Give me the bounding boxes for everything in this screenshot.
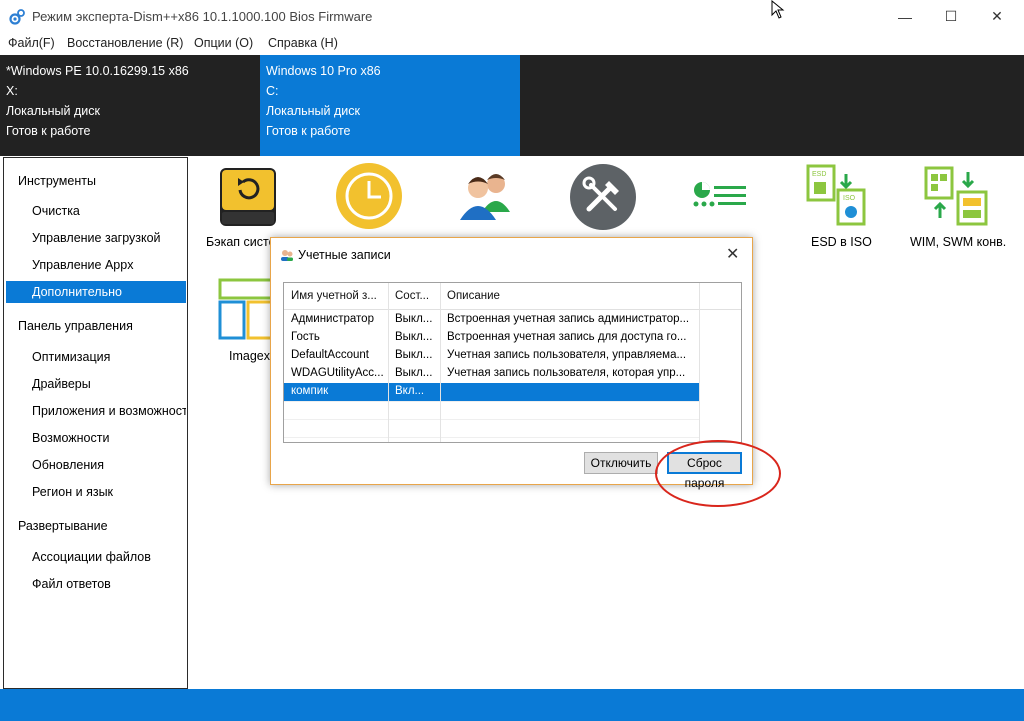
row-divider (284, 401, 700, 402)
cell-name: Администратор (291, 313, 374, 325)
image-win10[interactable]: Windows 10 Pro x86 C: Локальный диск Гот… (260, 55, 520, 156)
sidebar-item-features[interactable]: Возможности (6, 427, 186, 449)
status-bar (0, 689, 1024, 721)
table-row[interactable]: Гость Выкл... Встроенная учетная запись … (284, 329, 700, 347)
sidebar: Инструменты Очистка Управление загрузкой… (3, 157, 188, 689)
title-bar: Режим эксперта-Dism++x86 10.1.1000.100 B… (0, 0, 1024, 33)
users-icon[interactable] (456, 168, 516, 224)
cell-description: Встроенная учетная запись администратор.… (447, 313, 690, 325)
sidebar-item-answer-file[interactable]: Файл ответов (6, 573, 186, 595)
backup-label: Бэкап систе (206, 235, 276, 249)
close-window-button[interactable]: ✕ (974, 0, 1020, 33)
cell-description: Встроенная учетная запись для доступа го… (447, 331, 687, 343)
column-divider (699, 283, 700, 442)
svg-text:ESD: ESD (812, 171, 826, 178)
menu-bar: Файл(F) Восстановление (R) Опции (O) Спр… (0, 33, 1024, 55)
image-drive: X: (6, 84, 18, 98)
column-header-name[interactable]: Имя учетной з... (291, 290, 377, 302)
image-status: Готов к работе (266, 124, 351, 138)
users-small-icon (281, 250, 293, 261)
sidebar-item-updates[interactable]: Обновления (6, 454, 186, 476)
menu-help[interactable]: Справка (H) (268, 36, 338, 50)
cell-state: Выкл... (395, 367, 433, 379)
sidebar-category-tools: Инструменты (18, 174, 96, 188)
column-divider (440, 283, 441, 442)
sidebar-item-apps[interactable]: Приложения и возможности (6, 400, 186, 422)
cell-name: DefaultAccount (291, 349, 369, 361)
window-title: Режим эксперта-Dism++x86 10.1.1000.100 B… (32, 9, 373, 24)
imagex-icon[interactable] (218, 278, 274, 340)
sidebar-category-deploy: Развертывание (18, 519, 108, 533)
table-row[interactable]: Администратор Выкл... Встроенная учетная… (284, 311, 700, 329)
column-divider (388, 283, 389, 442)
image-name: Windows 10 Pro x86 (266, 64, 381, 78)
esd-label: ESD в ISO (811, 235, 872, 249)
accounts-table: Имя учетной з... Сост... Описание Админи… (283, 282, 742, 443)
gear-app-icon (9, 9, 25, 25)
image-name: *Windows PE 10.0.16299.15 x86 (6, 64, 189, 78)
cell-name: Гость (291, 331, 320, 343)
tools-wrench-icon[interactable] (569, 163, 637, 231)
wim-label: WIM, SWM конв. (910, 235, 1007, 249)
highlight-ellipse (655, 440, 781, 507)
sidebar-item-region[interactable]: Регион и язык (6, 481, 186, 503)
image-drive: C: (266, 84, 279, 98)
image-disk-type: Локальный диск (6, 104, 100, 118)
cell-description: Учетная запись пользователя, которая упр… (447, 367, 686, 379)
table-row[interactable]: WDAGUtilityAcc... Выкл... Учетная запись… (284, 365, 700, 383)
sidebar-item-appx[interactable]: Управление Appx (6, 254, 186, 276)
sidebar-item-optimization[interactable]: Оптимизация (6, 346, 186, 368)
mouse-cursor-icon (771, 0, 785, 19)
table-row[interactable]: DefaultAccount Выкл... Учетная запись по… (284, 347, 700, 365)
image-status: Готов к работе (6, 124, 91, 138)
clock-icon[interactable] (334, 161, 404, 231)
column-header-description[interactable]: Описание (447, 290, 500, 302)
cell-state: Вкл... (395, 385, 425, 397)
cell-state: Выкл... (395, 313, 433, 325)
column-header-state[interactable]: Сост... (395, 290, 429, 302)
svg-text:ISO: ISO (843, 195, 856, 202)
sidebar-item-advanced[interactable]: Дополнительно (6, 281, 186, 303)
cell-state: Выкл... (395, 331, 433, 343)
sidebar-item-cleanup[interactable]: Очистка (6, 200, 186, 222)
cell-name: компик (291, 385, 329, 397)
wim-swm-icon[interactable] (924, 166, 990, 228)
maximize-button[interactable]: ☐ (928, 0, 974, 33)
table-header: Имя учетной з... Сост... Описание (284, 283, 741, 310)
disable-button[interactable]: Отключить (584, 452, 658, 474)
menu-options[interactable]: Опции (O) (194, 36, 253, 50)
minimize-button[interactable]: — (882, 0, 928, 33)
dialog-title: Учетные записи (298, 248, 391, 262)
table-row-selected[interactable]: компик Вкл... (284, 383, 700, 401)
sidebar-item-file-assoc[interactable]: Ассоциации файлов (6, 546, 186, 568)
row-divider (284, 437, 700, 438)
esd-to-iso-icon[interactable]: ESD ISO (806, 164, 868, 228)
menu-restore[interactable]: Восстановление (R) (67, 36, 183, 50)
dialog-close-button[interactable]: ✕ (726, 244, 739, 264)
sidebar-item-boot[interactable]: Управление загрузкой (6, 227, 186, 249)
image-winpe[interactable]: *Windows PE 10.0.16299.15 x86 X: Локальн… (0, 55, 260, 156)
sidebar-item-drivers[interactable]: Драйверы (6, 373, 186, 395)
image-disk-type: Локальный диск (266, 104, 360, 118)
cell-description: Учетная запись пользователя, управляема.… (447, 349, 687, 361)
cell-name: WDAGUtilityAcc... (291, 367, 384, 379)
image-selector: *Windows PE 10.0.16299.15 x86 X: Локальн… (0, 55, 1024, 156)
backup-drive-icon[interactable] (218, 166, 278, 230)
imagex-label: Imagex (229, 349, 270, 363)
list-chart-icon[interactable] (692, 180, 748, 212)
cell-state: Выкл... (395, 349, 433, 361)
row-divider (284, 419, 700, 420)
menu-file[interactable]: Файл(F) (8, 36, 55, 50)
sidebar-category-control-panel: Панель управления (18, 319, 133, 333)
